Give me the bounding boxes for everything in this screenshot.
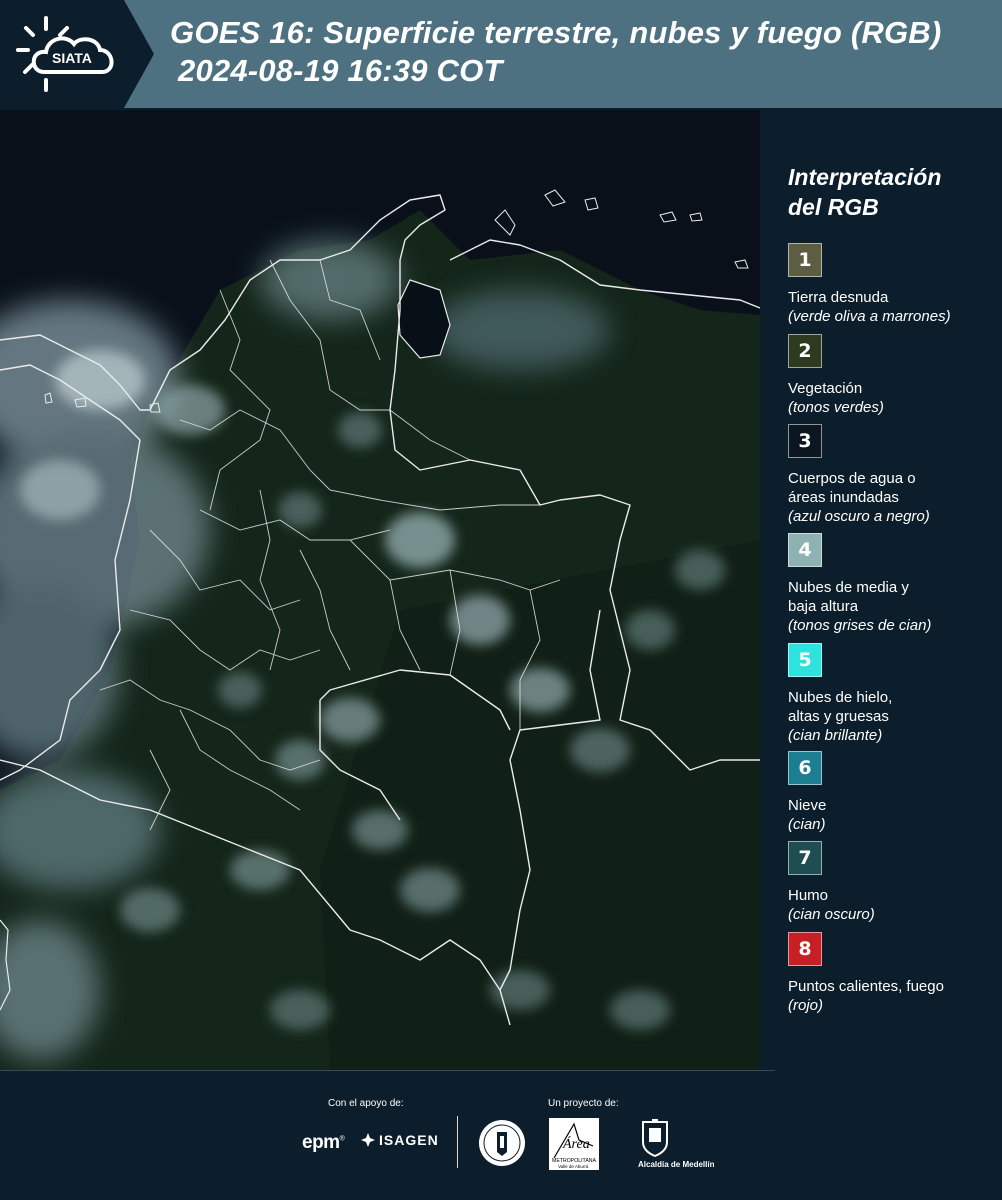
isagen-logo-icon <box>361 1133 375 1147</box>
footer-divider-line <box>0 1070 775 1071</box>
page-title: GOES 16: Superficie terrestre, nubes y f… <box>170 14 941 90</box>
legend-panel: Interpretación del RGB 1 Tierra desnuda … <box>760 110 1002 1070</box>
legend-swatch-4: 4 <box>788 533 822 567</box>
legend-label: Vegetación <box>788 380 863 397</box>
footer: Con el apoyo de: Un proyecto de: epm® IS… <box>0 1070 1002 1200</box>
legend-item-water: 3 Cuerpos de agua o áreas inundadas (azu… <box>788 424 998 526</box>
legend-item-mid-low-clouds: 4 Nubes de media y baja altura (tonos gr… <box>788 533 998 635</box>
legend-swatch-2: 2 <box>788 334 822 368</box>
title-text: GOES 16: Superficie terrestre, nubes y f… <box>170 15 942 50</box>
legend-swatch-5: 5 <box>788 643 822 677</box>
legend-label: Cuerpos de agua o áreas inundadas <box>788 470 916 506</box>
legend-sublabel: (cian brillante) <box>788 727 883 744</box>
legend-sublabel: (cian oscuro) <box>788 906 875 923</box>
legend-label: Nieve <box>788 797 827 814</box>
medellin-shield-icon <box>642 1119 668 1158</box>
legend-label: Nubes de hielo, altas y gruesas <box>788 689 893 725</box>
legend-sublabel: (tonos verdes) <box>788 399 884 416</box>
legend-label: Tierra desnuda <box>788 289 889 306</box>
legend-sublabel: (azul oscuro a negro) <box>788 508 930 525</box>
area-metropolitana-logo: Área METROPOLITANA Valle de Aburrá <box>549 1118 599 1170</box>
legend-item-bare-land: 1 Tierra desnuda (verde oliva a marrones… <box>788 243 998 326</box>
seal-icon <box>479 1120 525 1166</box>
legend-swatch-7: 7 <box>788 841 822 875</box>
legend-item-vegetation: 2 Vegetación (tonos verdes) <box>788 334 998 417</box>
legend-item-ice-clouds: 5 Nubes de hielo, altas y gruesas (cian … <box>788 643 998 745</box>
legend-title: Interpretación del RGB <box>788 162 941 222</box>
rgb-satellite-image <box>0 110 760 1070</box>
logo-panel: SIATA <box>0 0 154 108</box>
legend-item-smoke: 7 Humo (cian oscuro) <box>788 841 998 924</box>
legend-sublabel: (verde oliva a marrones) <box>788 308 951 325</box>
legend-swatch-1: 1 <box>788 243 822 277</box>
legend-swatch-8: 8 <box>788 932 822 966</box>
area-logo-subtext-2: Valle de Aburrá <box>558 1164 589 1169</box>
epm-logo-text: epm <box>302 1132 340 1153</box>
legend-item-snow: 6 Nieve (cian) <box>788 751 998 834</box>
legend-label: Nubes de media y baja altura <box>788 579 909 615</box>
legend-swatch-6: 6 <box>788 751 822 785</box>
legend-swatch-3: 3 <box>788 424 822 458</box>
isagen-logo: ISAGEN <box>360 1132 439 1148</box>
footer-vertical-divider <box>457 1116 458 1168</box>
area-logo-text: Área <box>562 1135 590 1152</box>
legend-sublabel: (rojo) <box>788 997 824 1014</box>
legend-label: Puntos calientes, fuego <box>788 978 944 995</box>
header: SIATA GOES 16: Superficie terrestre, nub… <box>0 0 1002 108</box>
legend-title-line2: del RGB <box>788 194 879 220</box>
siata-logo-text: SIATA <box>52 50 92 66</box>
area-metropolitana-logo-graphic: Área METROPOLITANA Valle de Aburrá <box>552 1122 597 1169</box>
legend-sublabel: (tonos grises de cian) <box>788 617 932 634</box>
legend-sublabel: (cian) <box>788 816 826 833</box>
legend-title-line1: Interpretación <box>788 164 942 190</box>
isagen-logo-text: ISAGEN <box>379 1132 439 1148</box>
satellite-map <box>0 110 760 1070</box>
alcaldia-text: Alcaldía de Medellín <box>638 1160 715 1169</box>
support-caption: Con el apoyo de: <box>328 1098 404 1109</box>
legend-item-hotspots: 8 Puntos calientes, fuego (rojo) <box>788 932 998 1015</box>
legend-label: Humo <box>788 887 829 904</box>
epm-logo: epm® <box>302 1132 345 1153</box>
siata-logo: SIATA <box>0 0 154 108</box>
title-timestamp: 2024-08-19 16:39 COT <box>178 53 503 88</box>
project-caption: Un proyecto de: <box>548 1098 619 1109</box>
